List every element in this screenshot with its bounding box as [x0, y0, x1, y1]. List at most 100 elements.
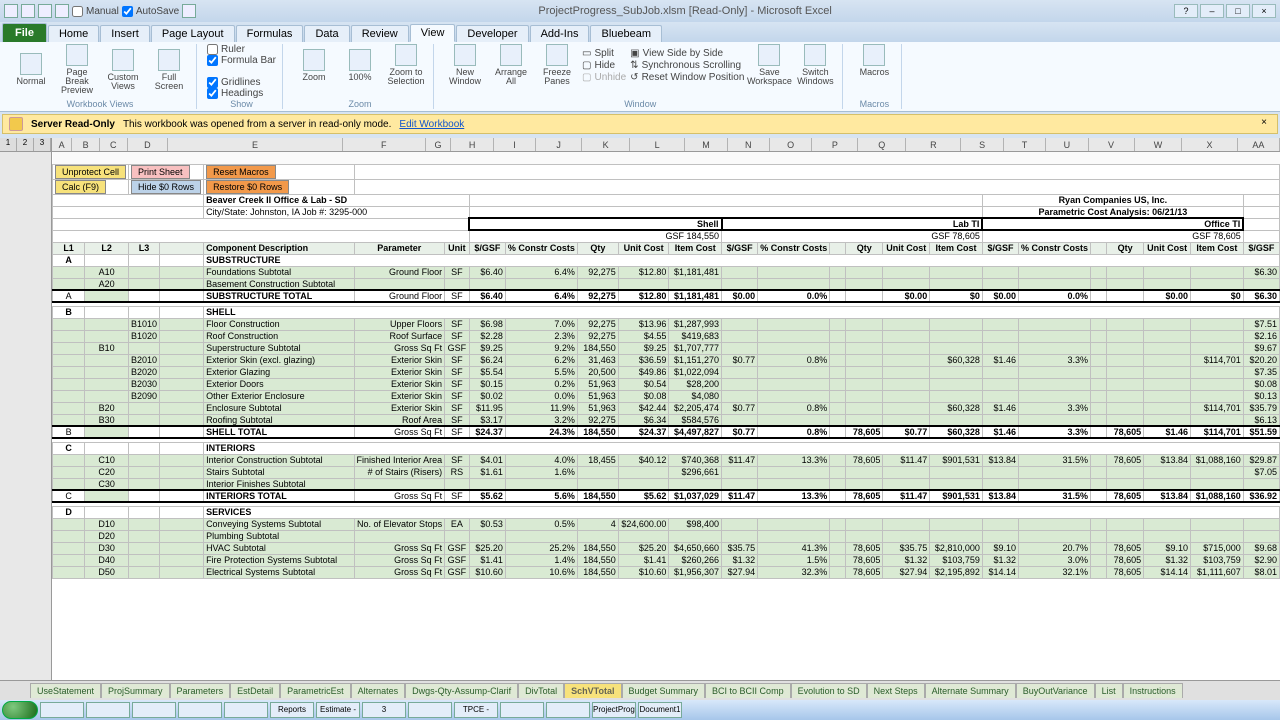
tab-developer[interactable]: Developer — [456, 25, 528, 42]
taskbar-item[interactable]: Document1 - Micr… — [638, 702, 682, 718]
table-row[interactable]: D10Conveying Systems SubtotalNo. of Elev… — [53, 518, 1280, 530]
sheet-tab[interactable]: UseStatement — [30, 683, 101, 698]
sheet-tab[interactable]: Dwgs-Qty-Assump-Clarif — [405, 683, 518, 698]
maximize-button[interactable]: □ — [1226, 4, 1250, 18]
taskbar-item[interactable] — [86, 702, 130, 718]
tab-bluebeam[interactable]: Bluebeam — [590, 25, 662, 42]
formula-bar-check[interactable]: Formula Bar — [207, 55, 276, 66]
new-window-button[interactable]: New Window — [444, 44, 486, 86]
sheet-tab[interactable]: Evolution to SD — [791, 683, 867, 698]
freeze-panes-button[interactable]: Freeze Panes — [536, 44, 578, 86]
table-row[interactable]: C20Stairs Subtotal# of Stairs (Risers)RS… — [53, 466, 1280, 478]
calc-manual-toggle[interactable]: Manual — [72, 6, 119, 17]
save-workspace-button[interactable]: Save Workspace — [748, 44, 790, 86]
start-button[interactable] — [2, 701, 38, 719]
unprotect-cell-button[interactable]: Unprotect Cell — [55, 165, 126, 179]
arrange-all-button[interactable]: Arrange All — [490, 44, 532, 86]
taskbar-item[interactable] — [40, 702, 84, 718]
table-row[interactable]: D50Electrical Systems SubtotalGross Sq F… — [53, 566, 1280, 578]
sheet-tab[interactable]: List — [1095, 683, 1123, 698]
table-row[interactable]: B2030Exterior DoorsExterior SkinSF$0.150… — [53, 378, 1280, 390]
close-button[interactable]: × — [1252, 4, 1276, 18]
help-button[interactable]: ? — [1174, 4, 1198, 18]
taskbar-item[interactable]: TPCE - Estimate Te… — [454, 702, 498, 718]
table-row[interactable]: ASUBSTRUCTURE TOTALGround FloorSF$6.406.… — [53, 290, 1280, 302]
macros-button[interactable]: Macros — [853, 44, 895, 77]
table-row[interactable]: B1020Roof ConstructionRoof SurfaceSF$2.2… — [53, 330, 1280, 342]
edit-workbook-link[interactable]: Edit Workbook — [399, 119, 464, 130]
custom-views-button[interactable]: Custom Views — [102, 49, 144, 91]
table-row[interactable]: C30Interior Finishes Subtotal — [53, 478, 1280, 490]
table-row[interactable]: B1010Floor ConstructionUpper FloorsSF$6.… — [53, 318, 1280, 330]
zoom-button[interactable]: Zoom — [293, 49, 335, 82]
sheet-tab[interactable]: ParametricEst — [280, 683, 351, 698]
sheet-tab[interactable]: Next Steps — [867, 683, 925, 698]
banner-close-icon[interactable]: × — [1257, 117, 1271, 131]
taskbar-item[interactable]: Estimate - Mary H… — [316, 702, 360, 718]
reset-macros-button[interactable]: Reset Macros — [206, 165, 276, 179]
ruler-check[interactable]: Ruler — [207, 44, 276, 55]
taskbar-item[interactable] — [408, 702, 452, 718]
tab-insert[interactable]: Insert — [100, 25, 150, 42]
sheet-tab[interactable]: Budget Summary — [622, 683, 706, 698]
sheet-tab[interactable]: Alternates — [351, 683, 406, 698]
sheet-tab[interactable]: Instructions — [1123, 683, 1183, 698]
table-row[interactable]: B2090Other Exterior EnclosureExterior Sk… — [53, 390, 1280, 402]
split-button[interactable]: ▭ Split — [582, 48, 626, 59]
table-row[interactable]: D20Plumbing Subtotal — [53, 530, 1280, 542]
sheet-tab[interactable]: Alternate Summary — [925, 683, 1016, 698]
pagebreak-button[interactable]: Page Break Preview — [56, 44, 98, 95]
autosave-toggle[interactable]: AutoSave — [122, 6, 179, 17]
sheet-tab[interactable]: BuyOutVariance — [1016, 683, 1095, 698]
table-row[interactable]: D30HVAC SubtotalGross Sq FtGSF$25.2025.2… — [53, 542, 1280, 554]
table-row[interactable]: CINTERIORS TOTALGross Sq FtSF$5.625.6%18… — [53, 490, 1280, 502]
tab-view[interactable]: View — [410, 24, 456, 42]
table-row[interactable]: B2010Exterior Skin (excl. glazing)Exteri… — [53, 354, 1280, 366]
redo-icon[interactable] — [55, 4, 69, 18]
save-icon[interactable] — [21, 4, 35, 18]
taskbar-item[interactable]: ProjectProgress_S… — [592, 702, 636, 718]
minimize-button[interactable]: – — [1200, 4, 1224, 18]
table-row[interactable]: B2020Exterior GlazingExterior SkinSF$5.5… — [53, 366, 1280, 378]
tab-data[interactable]: Data — [304, 25, 349, 42]
sheet-tab[interactable]: ProjSummary — [101, 683, 170, 698]
tab-page-layout[interactable]: Page Layout — [151, 25, 235, 42]
switch-windows-button[interactable]: Switch Windows — [794, 44, 836, 86]
table-row[interactable]: B10Superstructure SubtotalGross Sq FtGSF… — [53, 342, 1280, 354]
sheet-tab[interactable]: BCI to BCII Comp — [705, 683, 791, 698]
taskbar-item[interactable]: Reports and Misc A… — [270, 702, 314, 718]
table-row[interactable]: D40Fire Protection Systems SubtotalGross… — [53, 554, 1280, 566]
sheet-tab[interactable]: Parameters — [170, 683, 231, 698]
table-row[interactable]: A10Foundations SubtotalGround FloorSF$6.… — [53, 266, 1280, 278]
calc-f9-button[interactable]: Calc (F9) — [55, 180, 106, 194]
table-row[interactable]: B30Roofing SubtotalRoof AreaSF$3.173.2%9… — [53, 414, 1280, 426]
windows-taskbar[interactable]: Reports and Misc A…Estimate - Mary H…3 R… — [0, 700, 1280, 720]
sheet-tab[interactable]: DivTotal — [518, 683, 564, 698]
hide-rows-button[interactable]: Hide $0 Rows — [131, 180, 201, 194]
taskbar-item[interactable] — [500, 702, 544, 718]
full-screen-button[interactable]: Full Screen — [148, 49, 190, 91]
print-sheet-button[interactable]: Print Sheet — [131, 165, 190, 179]
sheet-tab[interactable]: EstDetail — [230, 683, 280, 698]
taskbar-item[interactable] — [132, 702, 176, 718]
taskbar-item[interactable] — [178, 702, 222, 718]
qat-dropdown-icon[interactable] — [182, 4, 196, 18]
restore-rows-button[interactable]: Restore $0 Rows — [206, 180, 289, 194]
table-row[interactable]: C10Interior Construction SubtotalFinishe… — [53, 454, 1280, 466]
taskbar-item[interactable] — [546, 702, 590, 718]
table-row[interactable]: B20Enclosure SubtotalExterior SkinSF$11.… — [53, 402, 1280, 414]
column-headers[interactable]: A B C D E F G H I J K L M N O P Q R S T … — [52, 138, 1280, 152]
tab-addins[interactable]: Add-Ins — [530, 25, 590, 42]
taskbar-item[interactable]: 3 Reminders — [362, 702, 406, 718]
zoom-selection-button[interactable]: Zoom to Selection — [385, 44, 427, 86]
hide-button[interactable]: ▢ Hide — [582, 60, 626, 71]
sheet-tab[interactable]: SchVTotal — [564, 683, 621, 698]
view-sbs-button[interactable]: ▣ View Side by Side — [630, 48, 744, 59]
gridlines-check[interactable]: Gridlines — [207, 77, 276, 88]
normal-view-button[interactable]: Normal — [10, 53, 52, 86]
undo-icon[interactable] — [38, 4, 52, 18]
outline-levels-header[interactable]: 123 — [0, 138, 51, 152]
tab-formulas[interactable]: Formulas — [236, 25, 304, 42]
spreadsheet-grid[interactable]: Unprotect Cell Print Sheet Reset Macros … — [52, 152, 1280, 680]
unhide-button[interactable]: ▢ Unhide — [582, 72, 626, 83]
